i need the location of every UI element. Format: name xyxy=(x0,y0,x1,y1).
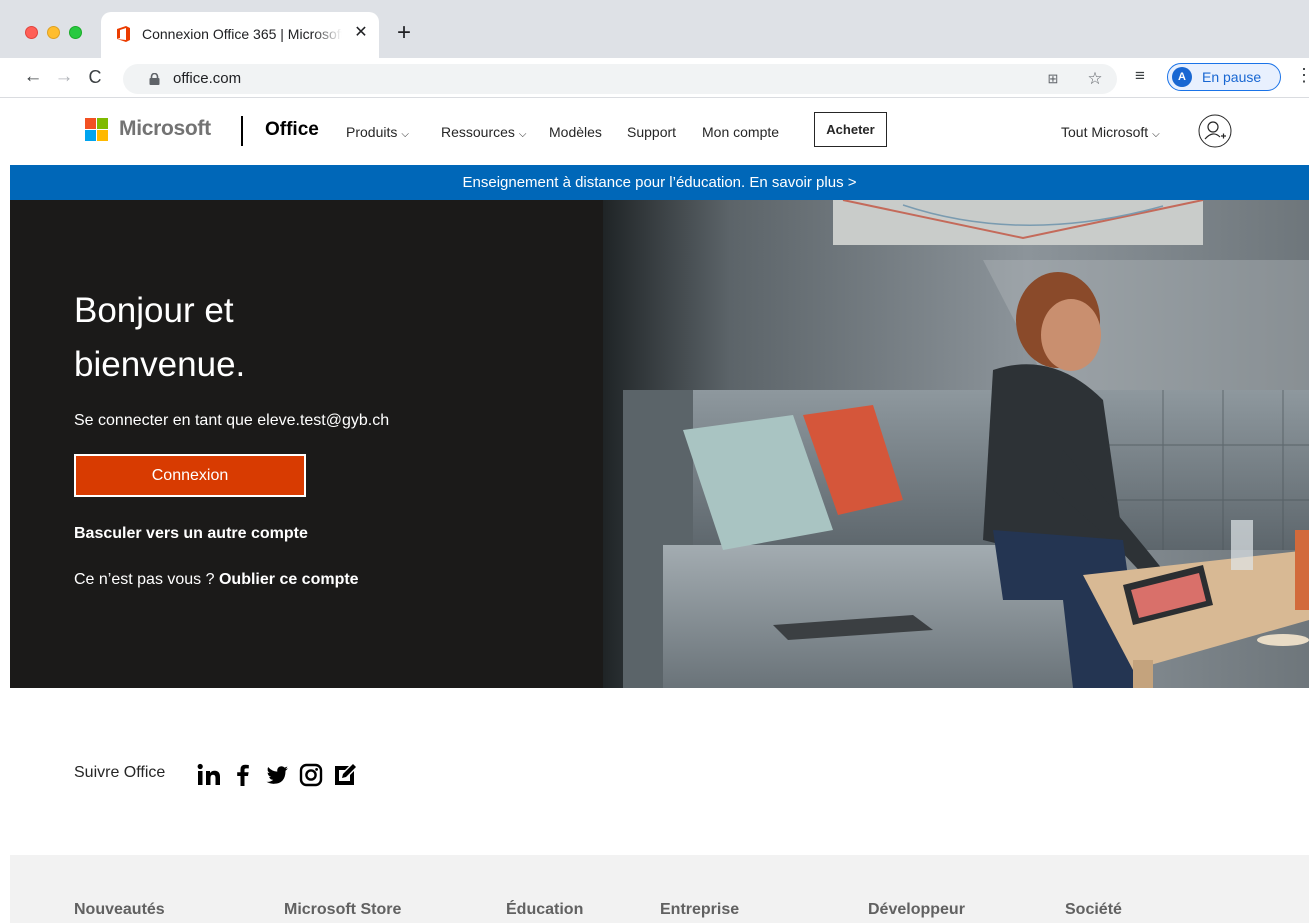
brand-name[interactable]: Microsoft xyxy=(119,117,211,141)
hero-title-line-2: bienvenue. xyxy=(74,345,246,384)
product-name[interactable]: Office xyxy=(265,119,319,141)
all-microsoft-menu[interactable]: Tout Microsoft ⌵ xyxy=(1061,124,1160,140)
footer-heading-entreprise[interactable]: Entreprise xyxy=(660,901,739,919)
profile-status-label: En pause xyxy=(1202,69,1262,85)
profile-button[interactable]: A En pause xyxy=(1167,63,1281,91)
hero-title: Bonjour et bienvenue. xyxy=(74,284,494,392)
back-arrow-icon[interactable]: ← xyxy=(22,66,44,88)
footer-heading-store[interactable]: Microsoft Store xyxy=(284,901,401,919)
nav-item-modeles[interactable]: Modèles xyxy=(549,124,602,140)
facebook-icon[interactable] xyxy=(230,762,256,788)
browser-menu-icon[interactable]: ⋮ xyxy=(1295,65,1309,86)
all-microsoft-label: Tout Microsoft xyxy=(1061,124,1149,140)
footer-heading-nouveautes[interactable]: Nouveautés xyxy=(74,901,165,919)
hero-title-line-1: Bonjour et xyxy=(74,291,234,330)
promo-banner[interactable]: Enseignement à distance pour l’éducation… xyxy=(10,165,1309,200)
nav-item-support[interactable]: Support xyxy=(627,124,676,140)
site-footer: Nouveautés Microsoft Store Éducation Ent… xyxy=(10,855,1309,923)
footer-heading-developpeur[interactable]: Développeur xyxy=(868,901,965,919)
hero-image xyxy=(603,200,1309,688)
switch-account-link[interactable]: Basculer vers un autre compte xyxy=(74,525,308,543)
microsoft-logo-icon[interactable] xyxy=(85,118,108,141)
tab-title: Connexion Office 365 | Microsoft Office xyxy=(142,26,342,42)
forget-prefix-text: Ce n’est pas vous ? xyxy=(74,571,215,588)
footer-heading-education[interactable]: Éducation xyxy=(506,901,583,919)
forget-account-line: Ce n’est pas vous ? Oublier ce compte xyxy=(74,571,359,589)
forget-account-link[interactable]: Oublier ce compte xyxy=(219,571,359,588)
signin-button[interactable]: Connexion xyxy=(74,454,306,497)
chevron-down-icon: ⌵ xyxy=(1152,129,1160,140)
close-window-button[interactable] xyxy=(25,26,38,39)
reload-icon[interactable]: C xyxy=(84,66,106,88)
signed-in-as-text: Se connecter en tant que eleve.test@gyb.… xyxy=(74,412,390,429)
new-tab-button[interactable]: + xyxy=(392,21,416,46)
translate-icon[interactable]: ⊞ xyxy=(1043,69,1063,89)
instagram-icon[interactable] xyxy=(298,762,324,788)
browser-tab-strip: Connexion Office 365 | Microsoft Office … xyxy=(0,0,1309,58)
hero-section: Bonjour et bienvenue. Se connecter en ta… xyxy=(10,200,1309,688)
linkedin-icon[interactable] xyxy=(196,762,222,788)
browser-tab-active[interactable]: Connexion Office 365 | Microsoft Office … xyxy=(101,12,379,58)
chevron-down-icon: ⌵ xyxy=(401,129,409,140)
site-header: Microsoft Office Produits ⌵ Ressources ⌵ M… xyxy=(0,99,1309,164)
office-favicon-icon xyxy=(117,26,130,42)
media-controls-icon[interactable]: ≡ xyxy=(1135,66,1145,86)
blog-icon[interactable] xyxy=(332,762,358,788)
nav-item-produits[interactable]: Produits ⌵ xyxy=(346,124,409,140)
tab-close-icon[interactable]: ✕ xyxy=(351,23,371,43)
brand-divider xyxy=(241,116,243,146)
follow-label: Suivre Office xyxy=(74,764,166,781)
bookmark-star-icon[interactable]: ☆ xyxy=(1085,69,1105,89)
nav-item-mon-compte[interactable]: Mon compte xyxy=(702,124,779,140)
footer-heading-societe[interactable]: Société xyxy=(1065,901,1122,919)
address-bar[interactable]: office.com ⊞ ☆ xyxy=(123,64,1117,94)
browser-toolbar: ← → C office.com ⊞ ☆ xyxy=(0,58,1309,98)
account-icon[interactable] xyxy=(1198,114,1232,148)
nav-item-ressources[interactable]: Ressources ⌵ xyxy=(441,124,527,140)
nav-item-label: Produits xyxy=(346,124,398,140)
avatar: A xyxy=(1172,67,1192,87)
hero-panel: Bonjour et bienvenue. Se connecter en ta… xyxy=(10,200,603,688)
url-text[interactable]: office.com xyxy=(173,70,241,87)
lock-icon xyxy=(149,73,160,85)
forward-arrow-icon[interactable]: → xyxy=(53,66,75,88)
chevron-down-icon: ⌵ xyxy=(518,129,527,140)
buy-button[interactable]: Acheter xyxy=(814,112,887,147)
twitter-icon[interactable] xyxy=(264,762,290,788)
minimize-window-button[interactable] xyxy=(47,26,60,39)
maximize-window-button[interactable] xyxy=(69,26,82,39)
nav-item-label: Ressources xyxy=(441,124,515,140)
